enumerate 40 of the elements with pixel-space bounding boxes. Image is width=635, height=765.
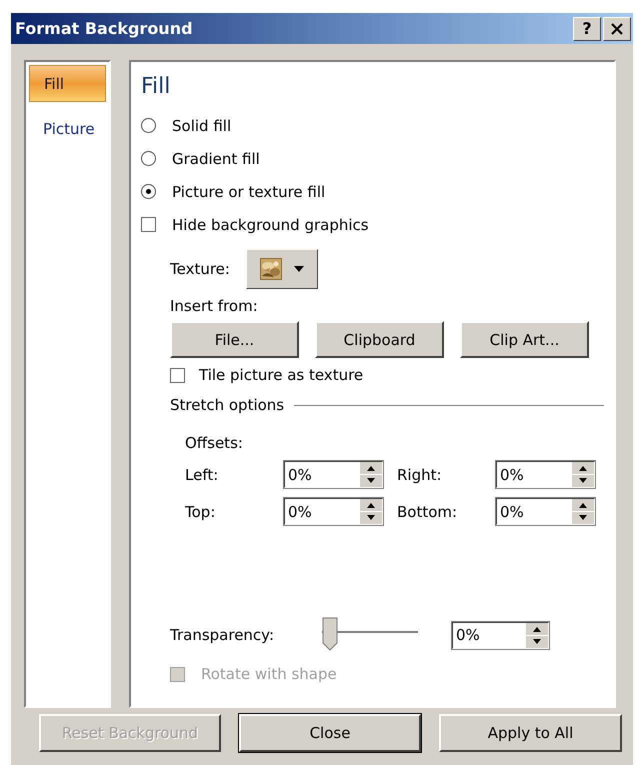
checkbox-label: Tile picture as texture — [199, 366, 364, 384]
dialog-button[interactable]: Close — [239, 714, 421, 752]
checkbox[interactable] — [141, 217, 156, 232]
spin-field[interactable]: 0% — [284, 461, 383, 488]
sidebar-item[interactable]: Fill — [29, 65, 106, 102]
caret-icon — [294, 266, 304, 272]
offset-label: Right: — [397, 466, 443, 484]
insert-button[interactable]: Clipboard — [315, 321, 444, 358]
offset-label: Bottom: — [397, 502, 458, 520]
radio-button[interactable] — [141, 151, 156, 166]
help-button[interactable]: ? — [573, 16, 601, 40]
insert-button[interactable]: File... — [170, 321, 299, 358]
spin-field[interactable]: 0% — [452, 622, 549, 648]
texture-label: Texture: — [170, 260, 230, 278]
offset-label: Left: — [185, 466, 220, 484]
dialog-button[interactable]: Apply to All — [439, 714, 622, 752]
checkbox[interactable] — [170, 368, 185, 382]
radio-label: Picture or texture fill — [172, 182, 326, 200]
radio-label: Solid fill — [172, 116, 232, 134]
spin-field[interactable]: 0% — [284, 498, 383, 525]
insert-button[interactable]: Clip Art... — [460, 321, 589, 358]
texture-dropdown[interactable] — [246, 249, 318, 289]
window-title: Format Background — [15, 19, 193, 38]
section-heading: Fill — [141, 74, 172, 99]
sidebar-item[interactable]: Picture — [29, 111, 106, 146]
radio-button[interactable] — [141, 118, 156, 133]
radio-label: Gradient fill — [172, 150, 260, 168]
close-icon — [611, 22, 623, 34]
group-label: Stretch options — [170, 396, 284, 414]
checkbox-label: Hide background graphics — [172, 216, 369, 234]
insert-from-label: Insert from: — [170, 296, 259, 317]
close-button[interactable] — [603, 16, 631, 40]
spin-field[interactable]: 0% — [496, 498, 595, 525]
checkbox-label: Rotate with shape — [201, 665, 337, 683]
offset-label: Top: — [185, 502, 216, 520]
slider-thumb[interactable] — [322, 617, 338, 651]
transparency-label: Transparency: — [170, 626, 276, 644]
spin-field[interactable]: 0% — [496, 461, 595, 488]
offsets-label: Offsets: — [185, 433, 244, 454]
radio-button[interactable] — [141, 184, 156, 199]
